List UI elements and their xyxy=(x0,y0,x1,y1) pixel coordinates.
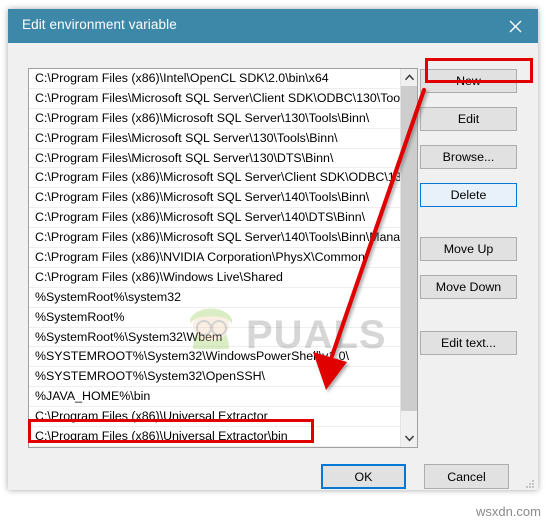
window-title: Edit environment variable xyxy=(22,17,177,32)
list-item[interactable]: C:\Program Files (x86)\Universal Extract… xyxy=(29,427,400,447)
list-item[interactable]: C:\Program Files (x86)\Intel\OpenCL SDK\… xyxy=(29,69,400,89)
path-entries-listbox[interactable]: C:\Program Files (x86)\Intel\OpenCL SDK\… xyxy=(28,68,418,448)
list-item-selected[interactable]: C:\Windows;C:\Windows\System32;C:\Python… xyxy=(29,446,400,447)
new-button[interactable]: New xyxy=(420,69,517,93)
list-item[interactable]: %SystemRoot% xyxy=(29,307,400,328)
list-item[interactable]: C:\Program Files (x86)\Microsoft SQL Ser… xyxy=(29,208,400,229)
list-item[interactable]: %JAVA_HOME%\bin xyxy=(29,387,400,408)
list-item[interactable]: C:\Program Files (x86)\Microsoft SQL Ser… xyxy=(29,228,400,249)
edit-text-button[interactable]: Edit text... xyxy=(420,331,517,355)
list-item[interactable]: C:\Program Files (x86)\Microsoft SQL Ser… xyxy=(29,168,400,189)
dialog-body: C:\Program Files (x86)\Intel\OpenCL SDK\… xyxy=(8,43,538,490)
move-down-button[interactable]: Move Down xyxy=(420,275,517,299)
screenshot-root: Edit environment variable C:\Program Fil… xyxy=(0,0,547,521)
list-item[interactable]: %SYSTEMROOT%\System32\WindowsPowerShell\… xyxy=(29,347,400,368)
edit-environment-variable-dialog: Edit environment variable C:\Program Fil… xyxy=(8,9,538,490)
chevron-up-icon[interactable] xyxy=(401,69,417,86)
list-item[interactable]: C:\Program Files (x86)\Universal Extract… xyxy=(29,407,400,428)
title-bar: Edit environment variable xyxy=(8,9,538,43)
ok-button[interactable]: OK xyxy=(321,464,406,489)
wsxdn-watermark: wsxdn.com xyxy=(475,504,541,519)
list-item[interactable]: %SystemRoot%\system32 xyxy=(29,287,400,308)
list-item[interactable]: %SystemRoot%\System32\Wbem xyxy=(29,327,400,348)
close-icon[interactable] xyxy=(492,9,538,43)
list-item[interactable]: C:\Program Files\Microsoft SQL Server\Cl… xyxy=(29,88,400,109)
move-up-button[interactable]: Move Up xyxy=(420,237,517,261)
list-item[interactable]: C:\Program Files (x86)\Microsoft SQL Ser… xyxy=(29,188,400,209)
list-item[interactable]: %SYSTEMROOT%\System32\OpenSSH\ xyxy=(29,367,400,388)
list-item[interactable]: C:\Program Files\Microsoft SQL Server\13… xyxy=(29,148,400,169)
resize-grip-icon[interactable] xyxy=(524,476,535,488)
list-item[interactable]: C:\Program Files\Microsoft SQL Server\13… xyxy=(29,128,400,149)
delete-button[interactable]: Delete xyxy=(420,183,517,207)
list-item[interactable]: C:\Program Files (x86)\Windows Live\Shar… xyxy=(29,267,400,288)
listbox-scrollbar[interactable] xyxy=(400,69,417,447)
list-item[interactable]: C:\Program Files (x86)\Microsoft SQL Ser… xyxy=(29,108,400,129)
cancel-button[interactable]: Cancel xyxy=(424,464,509,489)
browse-button[interactable]: Browse... xyxy=(420,145,517,169)
edit-button[interactable]: Edit xyxy=(420,107,517,131)
path-entries-list[interactable]: C:\Program Files (x86)\Intel\OpenCL SDK\… xyxy=(29,69,400,447)
chevron-down-icon[interactable] xyxy=(401,430,417,447)
scrollbar-thumb[interactable] xyxy=(401,86,417,411)
list-item[interactable]: C:\Program Files (x86)\NVIDIA Corporatio… xyxy=(29,248,400,268)
